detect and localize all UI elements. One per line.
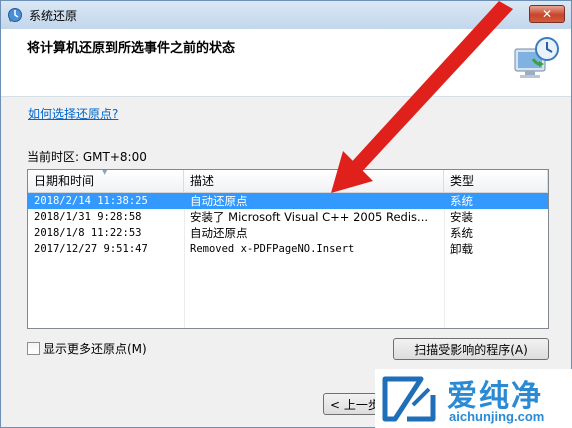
cell-type: 系统 <box>450 226 473 240</box>
cell-type: 卸载 <box>450 242 473 256</box>
restore-computer-icon <box>514 37 559 78</box>
show-more-label: 显示更多还原点(M) <box>43 342 147 356</box>
column-header-type[interactable]: 类型 <box>444 170 548 193</box>
page-title: 将计算机还原到所选事件之前的状态 <box>27 41 236 56</box>
restore-point-row[interactable]: 2018/1/31 9:28:58 安装了 Microsoft Visual C+… <box>28 209 548 225</box>
header-panel: 将计算机还原到所选事件之前的状态 <box>1 29 571 97</box>
sort-arrow-icon: ▼ <box>102 169 108 176</box>
cell-description: Removed x-PDFPageNO.Insert <box>190 243 355 255</box>
list-body: 2018/2/14 11:38:25 自动还原点 系统 2018/1/31 9:28:… <box>28 193 548 328</box>
system-restore-icon <box>8 8 22 22</box>
how-to-choose-link[interactable]: 如何选择还原点? <box>28 105 118 122</box>
cell-description: 自动还原点 <box>190 226 248 240</box>
cell-date: 2018/1/31 9:28:58 <box>34 211 142 223</box>
restore-points-list[interactable]: ▼ 日期和时间 描述 类型 2018/2/14 11:38:25 自动还原点 系统 2… <box>27 169 549 329</box>
list-header: ▼ 日期和时间 描述 类型 <box>28 170 548 193</box>
cell-description: 自动还原点 <box>190 194 248 208</box>
watermark: 爱纯净 aichunjing.com <box>375 369 572 428</box>
timezone-label: 当前时区: GMT+8:00 <box>27 150 147 164</box>
cell-date: 2017/12/27 9:51:47 <box>34 243 148 255</box>
system-restore-window: 系统还原 ✕ 将计算机还原到所选事件之前的状态 如何选择还原点? 当前时区: G… <box>0 0 572 428</box>
title-bar: 系统还原 ✕ <box>1 1 571 29</box>
window-title: 系统还原 <box>29 8 78 23</box>
cell-date: 2018/1/8 11:22:53 <box>34 227 142 239</box>
cell-description: 安装了 Microsoft Visual C++ 2005 Redis... <box>190 210 429 224</box>
cell-type: 系统 <box>450 194 473 208</box>
watermark-url: aichunjing.com <box>449 409 545 424</box>
watermark-logo-icon <box>382 376 436 422</box>
scan-affected-programs-button[interactable]: 扫描受影响的程序(A) <box>393 338 549 360</box>
restore-point-row[interactable]: 2018/2/14 11:38:25 自动还原点 系统 <box>28 193 548 209</box>
restore-point-row[interactable]: 2017/12/27 9:51:47 Removed x-PDFPageNO.In… <box>28 241 548 257</box>
column-header-description[interactable]: 描述 <box>184 170 444 193</box>
show-more-checkbox-row[interactable]: 显示更多还原点(M) <box>27 340 147 357</box>
close-button[interactable]: ✕ <box>529 5 565 23</box>
show-more-checkbox[interactable] <box>27 342 40 355</box>
close-icon: ✕ <box>541 7 553 21</box>
column-header-date[interactable]: ▼ 日期和时间 <box>28 170 184 193</box>
cell-date: 2018/2/14 11:38:25 <box>34 195 148 207</box>
cell-type: 安装 <box>450 210 473 224</box>
restore-point-row[interactable]: 2018/1/8 11:22:53 自动还原点 系统 <box>28 225 548 241</box>
